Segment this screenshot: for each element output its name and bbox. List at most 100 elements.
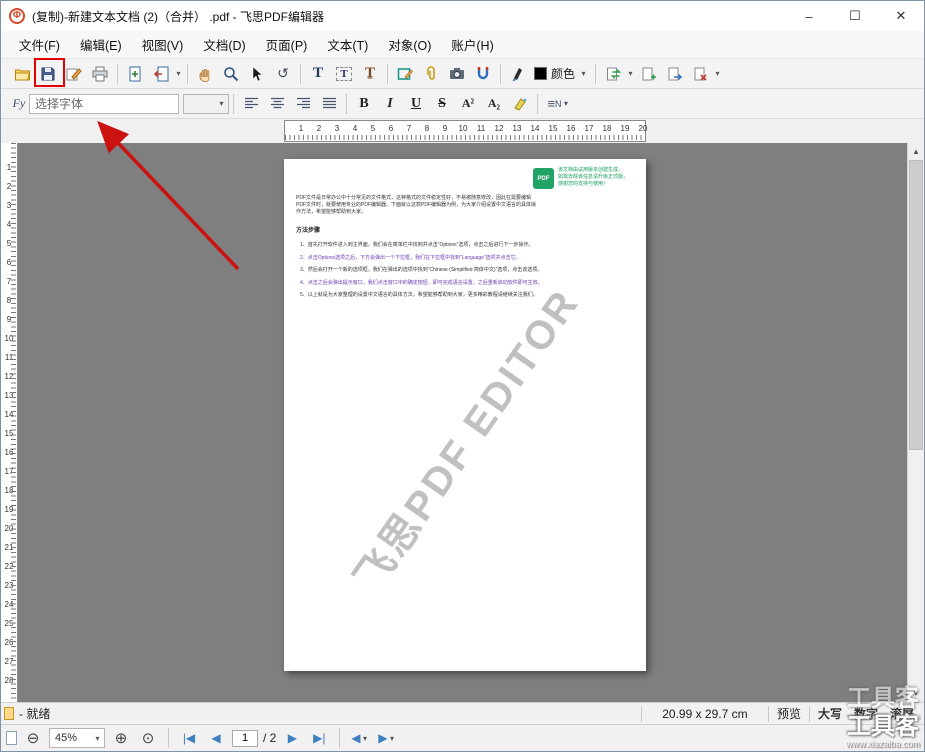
color-dropdown[interactable]: ▾ xyxy=(579,69,588,78)
pen-tool-button[interactable] xyxy=(505,61,531,87)
maximize-button[interactable]: ☐ xyxy=(832,1,878,31)
align-center-button[interactable] xyxy=(264,91,290,117)
ruler-strip: 1234567891011121314151617181920 xyxy=(1,119,924,143)
toolbar-separator xyxy=(537,94,538,114)
zoom-dropdown[interactable]: ▾ xyxy=(93,734,102,743)
preview-toggle[interactable]: 预览 xyxy=(777,705,801,722)
align-left-button[interactable] xyxy=(238,91,264,117)
zoom-out-button[interactable]: ⊖ xyxy=(22,727,44,749)
text-field-button[interactable]: T̠ xyxy=(357,61,383,87)
underline-button[interactable]: U xyxy=(403,91,429,117)
save-button[interactable] xyxy=(35,61,61,87)
font-size-dropdown[interactable]: ▾ xyxy=(217,99,226,108)
zoom-in-icon: ⊕ xyxy=(115,729,128,747)
toolbar-separator xyxy=(500,64,501,84)
scroll-thumb[interactable] xyxy=(909,160,923,450)
page-watermark: 飞思PDF EDITOR xyxy=(326,258,603,619)
line-spacing-button[interactable]: ≡N ▾ xyxy=(542,91,576,117)
step-item: 3、然后会打开一个新的选项框，我们在弹出的选项中找到“Chinese (Simp… xyxy=(300,264,626,277)
zoom-tool-button[interactable] xyxy=(218,61,244,87)
previous-view-dropdown[interactable]: ▾ xyxy=(360,734,369,743)
underline-icon: U xyxy=(411,96,421,112)
close-file-button[interactable] xyxy=(687,61,713,87)
v-ruler-number: 5 xyxy=(1,239,17,248)
zoom-level-combo[interactable]: 45%▾ xyxy=(49,728,105,748)
scroll-up-button[interactable]: ▲ xyxy=(908,143,924,160)
color-button[interactable]: 颜色 ▾ xyxy=(531,61,591,87)
snapshot-button[interactable] xyxy=(444,61,470,87)
close-file-dropdown[interactable]: ▾ xyxy=(713,69,722,78)
next-view-dropdown[interactable]: ▾ xyxy=(387,734,396,743)
extract-page-button[interactable] xyxy=(148,61,174,87)
highlight-button[interactable] xyxy=(507,91,533,117)
align-justify-button[interactable] xyxy=(316,91,342,117)
next-page-button[interactable]: ▶ xyxy=(281,727,303,749)
menu-file[interactable]: 文件(F) xyxy=(9,31,70,58)
link-button[interactable] xyxy=(470,61,496,87)
h-ruler-number: 5 xyxy=(371,124,375,133)
menu-edit[interactable]: 编辑(E) xyxy=(70,31,132,58)
subscript-button[interactable]: A₂ xyxy=(481,91,507,117)
select-tool-button[interactable] xyxy=(244,61,270,87)
font-size-combo[interactable]: ▾ xyxy=(183,94,229,114)
textbox-icon: T xyxy=(336,67,351,81)
extract-page-dropdown[interactable]: ▾ xyxy=(174,69,183,78)
italic-button[interactable]: I xyxy=(377,91,403,117)
bold-button[interactable]: B xyxy=(351,91,377,117)
strikethrough-button[interactable]: S xyxy=(429,91,455,117)
open-button[interactable] xyxy=(9,61,35,87)
menu-view[interactable]: 视图(V) xyxy=(132,31,194,58)
last-page-button[interactable]: ▶| xyxy=(308,727,330,749)
align-right-button[interactable] xyxy=(290,91,316,117)
minimize-button[interactable]: – xyxy=(786,1,832,31)
zoom-out-icon: ⊖ xyxy=(27,729,40,747)
menu-text[interactable]: 文本(T) xyxy=(317,31,378,58)
edit-object-button[interactable] xyxy=(392,61,418,87)
convert-file-button[interactable] xyxy=(600,61,626,87)
edit-note-button[interactable] xyxy=(61,61,87,87)
page-number-input[interactable] xyxy=(232,730,258,747)
insert-page-button[interactable] xyxy=(122,61,148,87)
trial-note-line: 感谢您的支持与使用！ xyxy=(558,181,640,188)
h-ruler-number: 17 xyxy=(585,124,594,133)
h-ruler-number: 7 xyxy=(407,124,411,133)
font-name-input[interactable] xyxy=(29,94,179,114)
v-ruler-number: 19 xyxy=(1,505,17,514)
pdf-page[interactable]: PDF 该文档由试用版本创建生成， 如需去除该信息请升级正式版， 感谢您的支持与… xyxy=(284,159,646,671)
export-file-button[interactable] xyxy=(661,61,687,87)
previous-page-button[interactable]: ◀ xyxy=(205,727,227,749)
hand-icon xyxy=(197,66,213,82)
convert-file-dropdown[interactable]: ▾ xyxy=(626,69,635,78)
first-page-button[interactable]: |◀ xyxy=(178,727,200,749)
rotate-tool-button[interactable]: ↺ xyxy=(270,61,296,87)
num-indicator: 数字 xyxy=(854,705,878,722)
hand-tool-button[interactable] xyxy=(192,61,218,87)
export-file-icon xyxy=(666,66,682,82)
menu-document[interactable]: 文档(D) xyxy=(193,31,255,58)
step-item: 1、首先打开软件进入到主界面，我们会在菜单栏中找到并点击“Options”选项，… xyxy=(300,239,626,252)
scroll-down-button[interactable]: ▼ xyxy=(908,685,924,702)
convert-file-icon xyxy=(605,66,622,82)
print-button[interactable] xyxy=(87,61,113,87)
fit-page-button[interactable]: ⊙ xyxy=(137,727,159,749)
zoom-in-button[interactable]: ⊕ xyxy=(110,727,132,749)
v-ruler-number: 9 xyxy=(1,315,17,324)
line-spacing-dropdown[interactable]: ▾ xyxy=(562,99,571,108)
previous-page-icon: ◀ xyxy=(211,731,220,745)
menu-object[interactable]: 对象(O) xyxy=(378,31,441,58)
edit-textbox-button[interactable]: T xyxy=(331,61,357,87)
v-ruler-number: 15 xyxy=(1,429,17,438)
vertical-scrollbar[interactable]: ▲ ▼ xyxy=(907,143,924,702)
add-file-button[interactable] xyxy=(635,61,661,87)
next-view-button[interactable]: ▶▾ xyxy=(376,727,398,749)
attach-file-button[interactable] xyxy=(418,61,444,87)
keyboard-indicators: 大写 数字 滚屏 xyxy=(818,705,914,722)
font-picker-button[interactable]: Fy xyxy=(9,91,29,117)
close-button[interactable]: ✕ xyxy=(878,1,924,31)
statusbar-separator xyxy=(768,706,769,722)
add-text-button[interactable]: T xyxy=(305,61,331,87)
menu-account[interactable]: 账户(H) xyxy=(441,31,503,58)
previous-view-button[interactable]: ◀▾ xyxy=(349,727,371,749)
superscript-button[interactable]: A² xyxy=(455,91,481,117)
menu-page[interactable]: 页面(P) xyxy=(256,31,318,58)
